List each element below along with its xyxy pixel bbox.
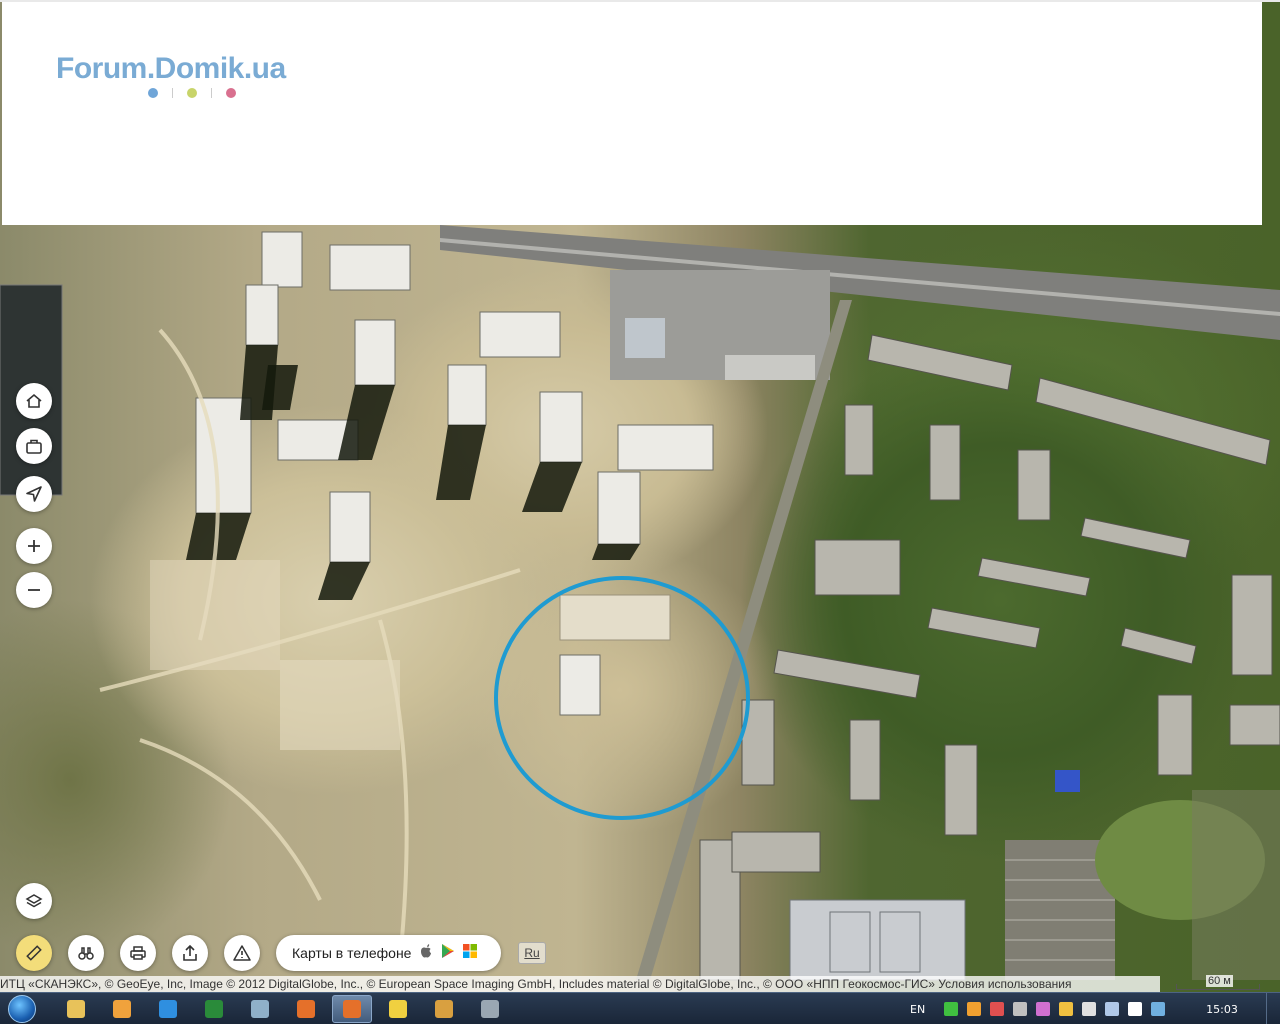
taskbar-button[interactable]	[332, 995, 372, 1023]
taskbar-button[interactable]	[286, 995, 326, 1023]
site-logo[interactable]: Forum.Domik.ua	[56, 52, 286, 86]
tray-icon[interactable]	[1013, 1002, 1028, 1016]
logo-dot-pink	[226, 88, 236, 98]
ruler-button[interactable]	[16, 935, 52, 971]
scale-bar: 60 м	[1176, 975, 1260, 992]
remote-desktop-icon	[251, 1000, 269, 1018]
zoom-out-icon	[28, 589, 40, 591]
ruler-icon	[26, 945, 42, 961]
taskbar-button[interactable]	[148, 995, 188, 1023]
google-play-icon	[441, 943, 455, 963]
media-player-icon	[113, 1000, 131, 1018]
attribution-text: ИТЦ «СКАНЭКС», © GeoEye, Inc, Image © 20…	[0, 977, 935, 991]
logo-dot-green	[187, 88, 197, 98]
taskbar-button[interactable]	[378, 995, 418, 1023]
terms-of-use-link[interactable]: Условия использования	[938, 977, 1071, 991]
taskbar-button[interactable]	[424, 995, 464, 1023]
taskbar-button[interactable]	[470, 995, 510, 1023]
zoom-in-button[interactable]	[16, 528, 52, 564]
language-switch-button[interactable]: Ru	[518, 942, 546, 964]
paint-icon	[389, 1000, 407, 1018]
layers-icon	[25, 894, 43, 908]
system-tray: EN	[910, 993, 1166, 1024]
taskbar-clock[interactable]: 15:03	[1200, 993, 1244, 1024]
logo-dots	[148, 88, 236, 98]
logo-separator	[211, 88, 212, 98]
apple-icon	[419, 943, 433, 963]
warning-icon	[233, 945, 251, 961]
tray-icon[interactable]	[1105, 1002, 1120, 1016]
tray-icons	[944, 1002, 1166, 1016]
tray-icon[interactable]	[1036, 1002, 1051, 1016]
home-button[interactable]	[16, 383, 52, 419]
tray-icon[interactable]	[944, 1002, 959, 1016]
taskbar-button[interactable]	[56, 995, 96, 1023]
tray-icon[interactable]	[990, 1002, 1005, 1016]
panorama-button[interactable]	[68, 935, 104, 971]
zoom-in-icon	[28, 540, 40, 552]
share-icon	[183, 944, 197, 961]
tray-icon[interactable]	[1151, 1002, 1166, 1016]
briefcase-button[interactable]	[16, 428, 52, 464]
start-button[interactable]	[3, 993, 41, 1024]
top-border	[0, 0, 1280, 2]
windows-store-icon	[463, 944, 478, 962]
home-icon	[26, 393, 42, 408]
taskbar-button[interactable]	[194, 995, 234, 1023]
map-attribution: ИТЦ «СКАНЭКС», © GeoEye, Inc, Image © 20…	[0, 976, 1160, 992]
logo-separator	[172, 88, 173, 98]
explorer-icon	[67, 1000, 85, 1018]
firefox-icon	[297, 1000, 315, 1018]
site-header: Forum.Domik.ua	[2, 0, 1262, 225]
maps-in-phone-label: Карты в телефоне	[292, 945, 412, 961]
share-button[interactable]	[172, 935, 208, 971]
locate-arrow-icon	[26, 486, 42, 502]
zoom-out-button[interactable]	[16, 572, 52, 608]
layers-button[interactable]	[16, 883, 52, 919]
windows-logo-icon	[8, 995, 36, 1023]
utility-icon	[481, 1000, 499, 1018]
excel-icon	[205, 1000, 223, 1018]
tray-icon[interactable]	[1128, 1002, 1143, 1016]
show-desktop-button[interactable]	[1266, 993, 1280, 1024]
binoculars-icon	[78, 947, 94, 960]
logo-dot-blue	[148, 88, 158, 98]
tray-icon[interactable]	[1082, 1002, 1097, 1016]
language-indicator[interactable]: EN	[910, 1003, 925, 1016]
print-button[interactable]	[120, 935, 156, 971]
tray-icon[interactable]	[1059, 1002, 1074, 1016]
tray-icon[interactable]	[967, 1002, 982, 1016]
notepad-icon	[435, 1000, 453, 1018]
print-icon	[130, 946, 146, 960]
maps-in-phone-pill[interactable]: Карты в телефоне	[276, 935, 501, 971]
internet-explorer-icon	[159, 1000, 177, 1018]
scale-label: 60 м	[1206, 975, 1233, 987]
report-error-button[interactable]	[224, 935, 260, 971]
taskbar-button[interactable]	[102, 995, 142, 1023]
taskbar-button[interactable]	[240, 995, 280, 1023]
windows-taskbar: EN 15:03	[0, 992, 1280, 1024]
locate-button[interactable]	[16, 476, 52, 512]
briefcase-icon	[26, 439, 42, 454]
firefox-window-icon	[343, 1000, 361, 1018]
